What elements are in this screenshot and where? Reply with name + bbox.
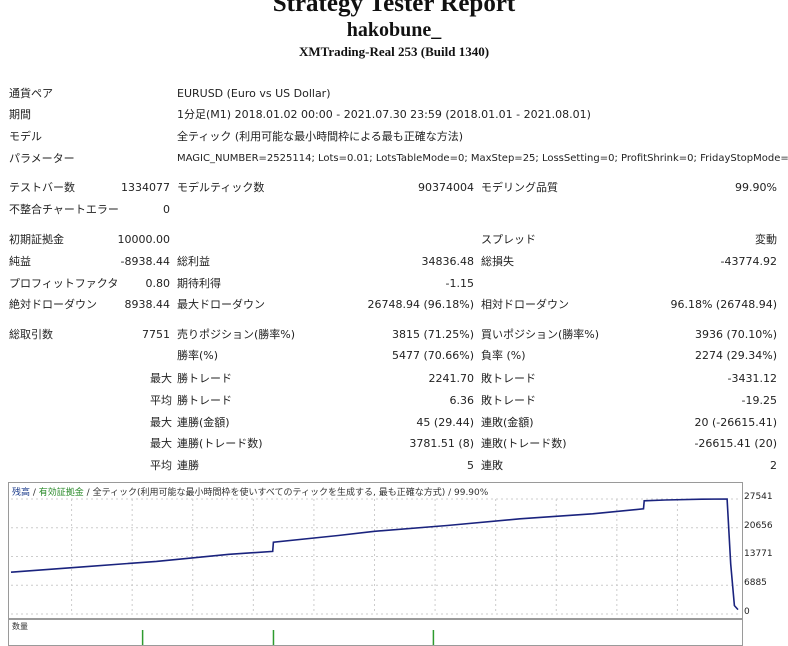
- ea-name: hakobune_: [346, 19, 442, 41]
- expected-label: 期待利得: [177, 277, 221, 290]
- win-value: 5477 (70.66%): [391, 349, 474, 362]
- volume-plot: [141, 630, 435, 645]
- expected-value: -1.15: [445, 277, 474, 290]
- period-label: 期間: [9, 108, 31, 121]
- model-value: 全ティック (利用可能な最小時間枠による最も正確な方法): [177, 130, 464, 143]
- max-prefix: 最大: [150, 372, 172, 385]
- period-value: 1分足(M1) 2018.01.02 00:00 - 2021.07.30 23…: [177, 108, 591, 121]
- mismatch-value: 0: [163, 203, 170, 216]
- gross-profit-label: 総利益: [177, 255, 210, 268]
- y-tick-label: 6885: [744, 578, 767, 589]
- avg-cons-loss-value: 2: [770, 459, 777, 472]
- max-dd-value: 26748.94 (96.18%): [367, 298, 474, 311]
- spread-label: スプレッド: [481, 233, 536, 246]
- cons-win-money-label: 連勝(金額): [177, 416, 230, 429]
- abs-dd-value: 8938.44: [124, 298, 171, 311]
- params-value: MAGIC_NUMBER=2525114; Lots=0.01; LotsTab…: [177, 153, 788, 164]
- quality-label: モデリング品質: [481, 181, 558, 194]
- volume-bar: [141, 630, 144, 645]
- cons-loss-trades-value: -26615.41 (20): [694, 437, 777, 450]
- cons-loss-trades-label: 連敗(トレード数): [481, 437, 567, 450]
- total-trades-label: 総取引数: [9, 328, 53, 341]
- cons-win-trades-value: 3781.51 (8): [409, 437, 474, 450]
- max-prefix: 最大: [150, 416, 172, 429]
- abs-dd-label: 絶対ドローダウン: [9, 298, 97, 311]
- avg-win-label: 勝トレード: [177, 394, 232, 407]
- deposit-label: 初期証拠金: [9, 233, 64, 246]
- bars-label: テストバー数: [9, 181, 75, 194]
- total-trades-value: 7751: [142, 328, 170, 341]
- largest-win-label: 勝トレード: [177, 372, 232, 385]
- y-tick-label: 13771: [744, 549, 773, 560]
- ticks-label: モデルティック数: [177, 181, 265, 194]
- y-tick-label: 20656: [744, 520, 773, 531]
- y-tick-label: 27541: [744, 492, 773, 502]
- pair-value: EURUSD (Euro vs US Dollar): [177, 87, 331, 100]
- avg-prefix: 平均: [150, 394, 172, 407]
- quality-value: 99.90%: [735, 181, 777, 194]
- cons-loss-money-value: 20 (-26615.41): [694, 416, 777, 429]
- avg-loss-label: 敗トレード: [481, 394, 536, 407]
- params-label: パラメーター: [9, 152, 75, 165]
- spread-value: 変動: [755, 233, 777, 246]
- volume-bar: [272, 630, 275, 645]
- balance-chart: 残高 / 有効証拠金 / 全ティック(利用可能な最小時間枠を使いすべてのティック…: [8, 482, 743, 619]
- report-title: Strategy Tester Report: [272, 0, 516, 17]
- volume-bar: [432, 630, 435, 645]
- y-tick-label: 0: [744, 607, 750, 617]
- rel-dd-label: 相対ドローダウン: [481, 298, 569, 311]
- cons-win-trades-label: 連勝(トレード数): [177, 437, 263, 450]
- pair-label: 通貨ペア: [9, 87, 53, 100]
- largest-loss-value: -3431.12: [727, 372, 777, 385]
- legend-model-text: 全ティック(利用可能な最小時間枠を使いすべてのティックを生成する, 最も正確な方…: [92, 488, 489, 498]
- legend-sep: /: [30, 488, 39, 498]
- gross-profit-value: 34836.48: [421, 255, 475, 268]
- legend-equity: 有効証拠金: [38, 488, 84, 498]
- rel-dd-value: 96.18% (26748.94): [670, 298, 777, 311]
- avg-prefix: 平均: [150, 459, 172, 472]
- max-dd-label: 最大ドローダウン: [177, 298, 265, 311]
- loss-label: 負率 (%): [481, 349, 526, 362]
- legend-balance: 残高: [12, 488, 31, 498]
- bars-value: 1334077: [121, 181, 170, 194]
- pf-value: 0.80: [145, 277, 171, 290]
- net-label: 純益: [9, 255, 31, 268]
- server-name: XMTrading-Real 253 (Build 1340): [298, 44, 490, 59]
- gross-loss-label: 総損失: [481, 255, 514, 268]
- cons-loss-money-label: 連敗(金額): [481, 416, 534, 429]
- loss-value: 2274 (29.34%): [694, 349, 777, 362]
- chart-legend: 残高 / 有効証拠金 / 全ティック(利用可能な最小時間枠を使いすべてのティック…: [12, 485, 488, 498]
- max-prefix: 最大: [150, 437, 172, 450]
- volume-pane: 数量: [8, 619, 743, 646]
- long-value: 3936 (70.10%): [694, 328, 777, 341]
- legend-sep: /: [83, 488, 93, 498]
- win-label: 勝率(%): [177, 349, 219, 362]
- short-label: 売りポジション(勝率%): [177, 328, 296, 341]
- avg-win-value: 6.36: [449, 394, 475, 407]
- short-value: 3815 (71.25%): [391, 328, 474, 341]
- deposit-value: 10000.00: [117, 233, 171, 246]
- model-label: モデル: [9, 130, 42, 143]
- cons-win-money-value: 45 (29.44): [416, 416, 474, 429]
- avg-cons-loss-label: 連敗: [481, 459, 503, 472]
- avg-loss-value: -19.25: [741, 394, 777, 407]
- long-label: 買いポジション(勝率%): [481, 328, 600, 341]
- volume-label: 数量: [12, 622, 28, 631]
- avg-cons-win-label: 連勝: [177, 459, 199, 472]
- largest-win-value: 2241.70: [428, 372, 475, 385]
- largest-loss-label: 敗トレード: [481, 372, 536, 385]
- ticks-value: 90374004: [418, 181, 474, 194]
- gross-loss-value: -43774.92: [720, 255, 777, 268]
- avg-cons-win-value: 5: [467, 459, 474, 472]
- balance-chart-plot: [10, 498, 739, 615]
- net-value: -8938.44: [120, 255, 170, 268]
